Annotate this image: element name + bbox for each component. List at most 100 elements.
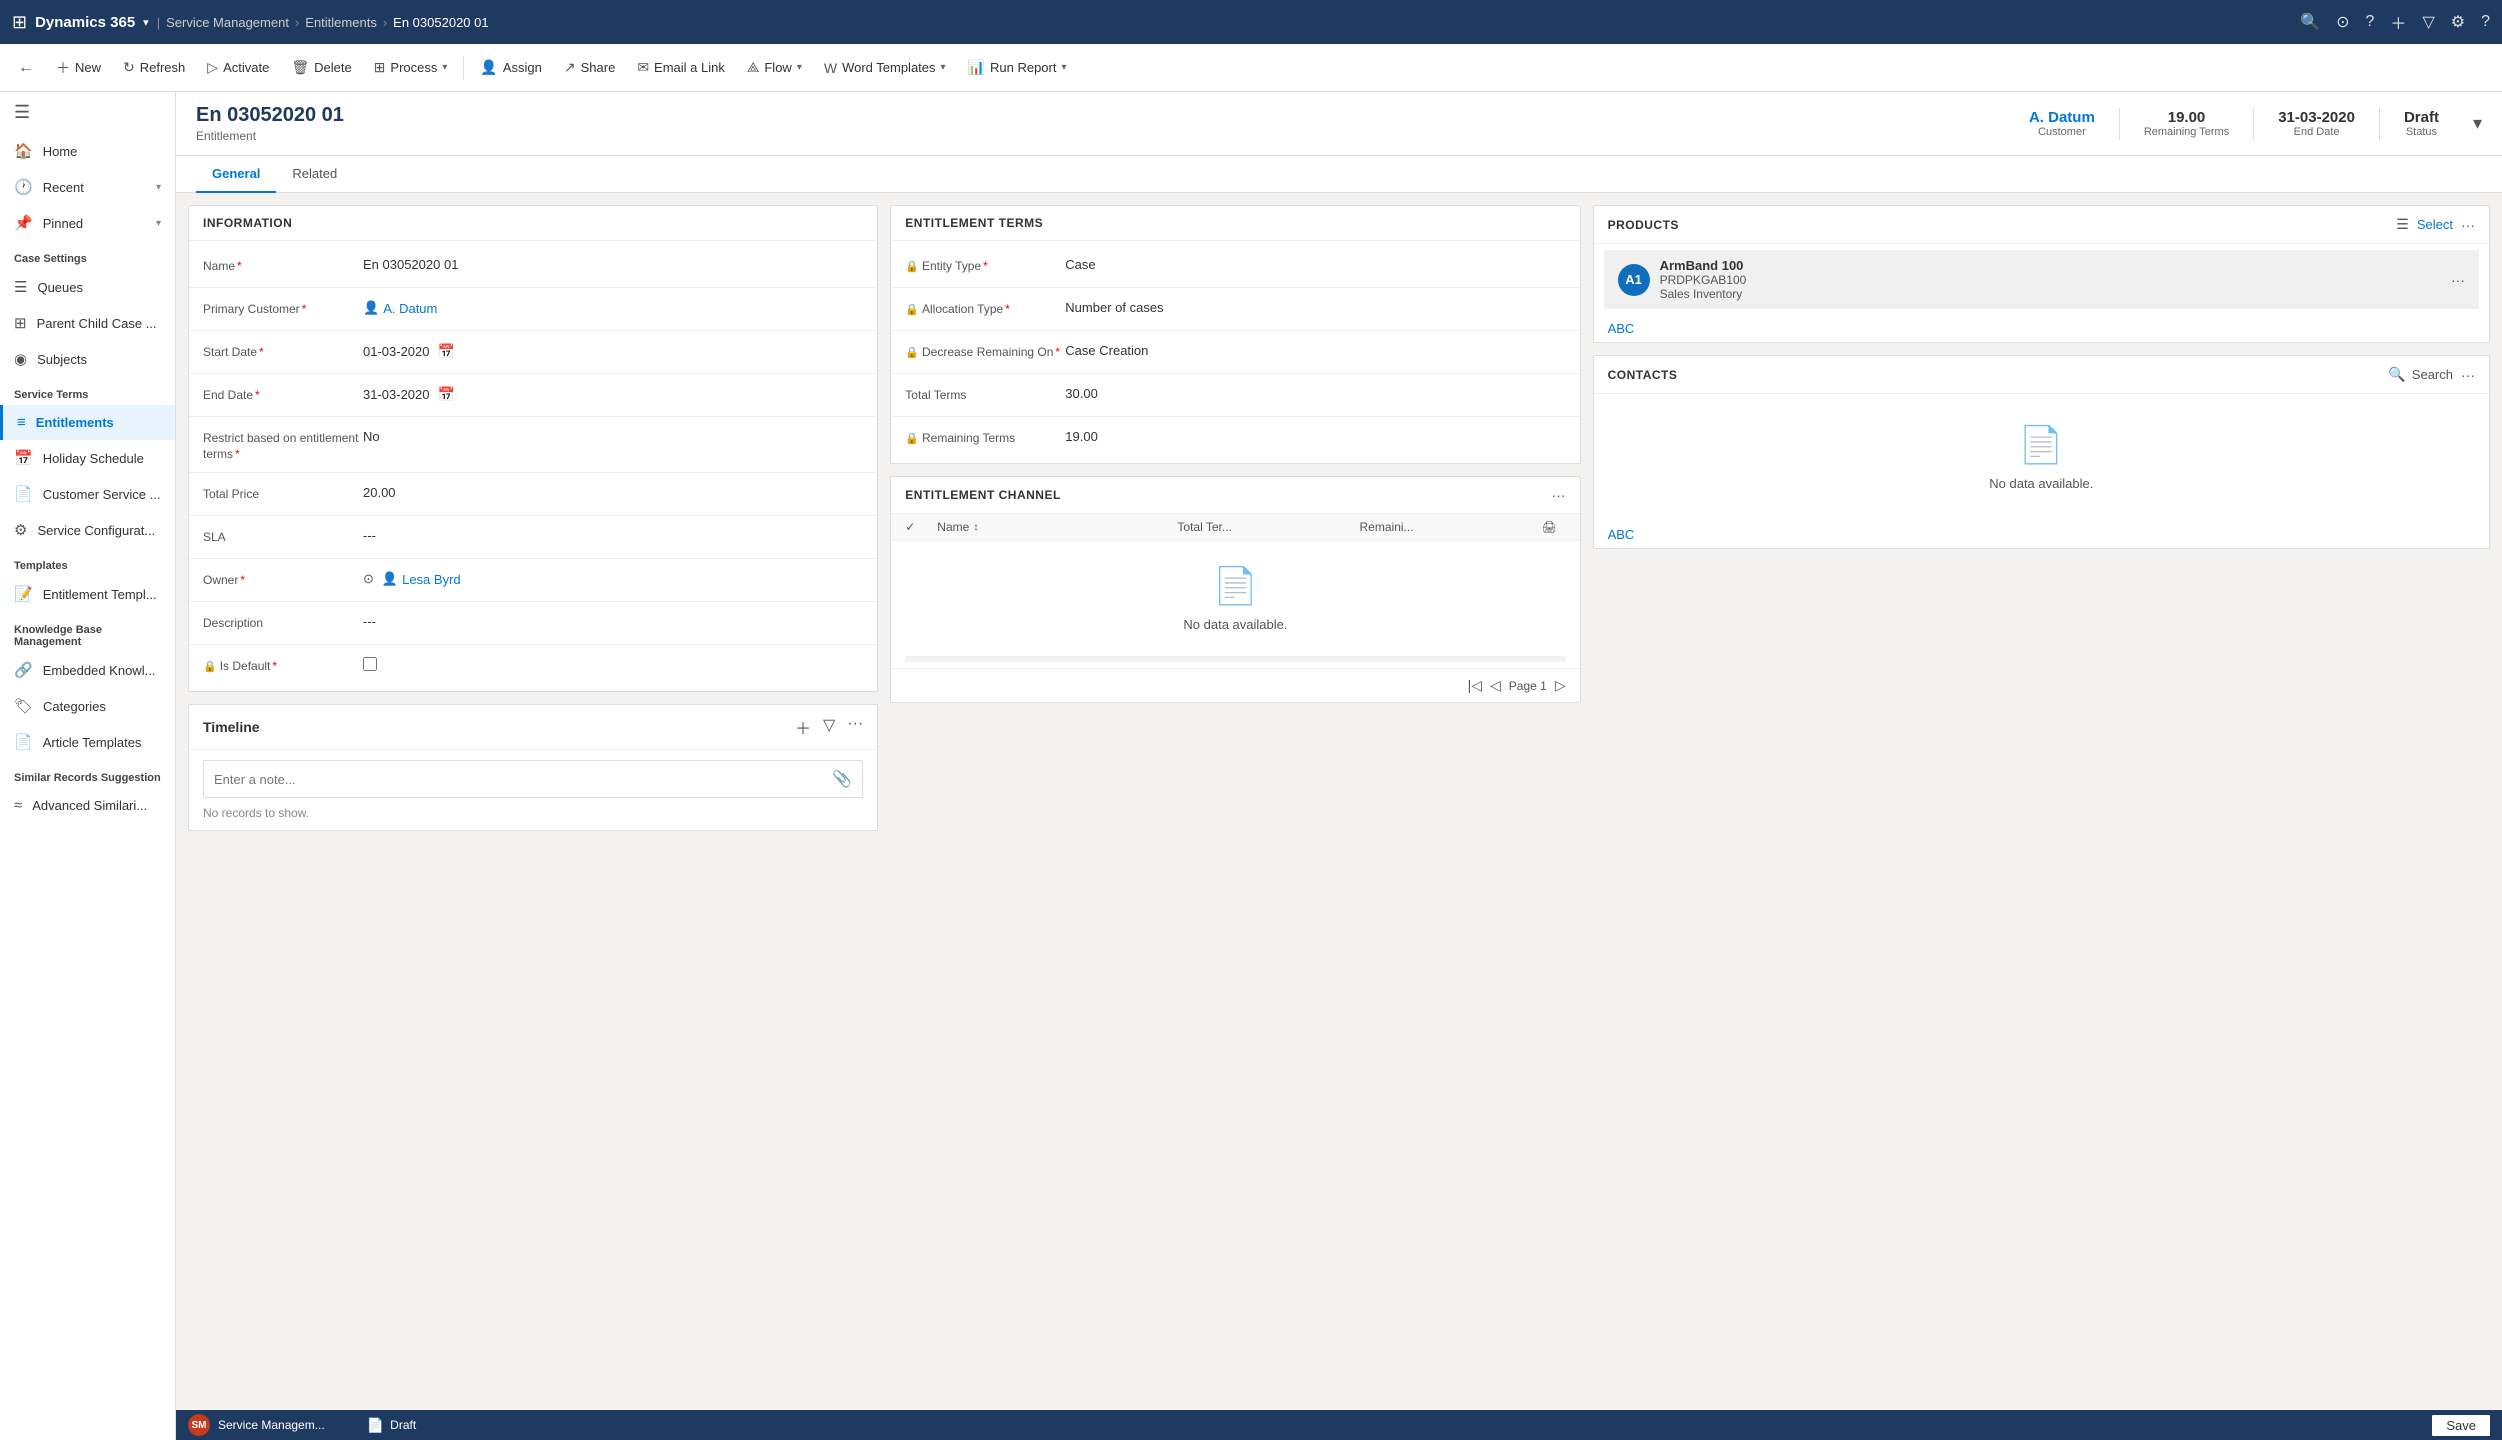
value-total-terms[interactable]: 30.00 — [1065, 384, 1565, 401]
nav-left: ⊞ Dynamics 365 ▾ | Service Management › … — [12, 12, 489, 33]
service-config-icon: ⚙ — [14, 521, 27, 539]
sidebar-item-parent-child[interactable]: ⊞ Parent Child Case ... — [0, 305, 175, 341]
sidebar-item-entitlement-templ[interactable]: 📝 Entitlement Templ... — [0, 576, 175, 612]
channel-more-btn[interactable]: ··· — [1552, 487, 1566, 503]
meta-customer[interactable]: A. Datum Customer — [2029, 109, 2095, 138]
products-card: PRODUCTS ☰ Select ··· A1 ArmBand 100 — [1593, 205, 2490, 343]
question-icon[interactable]: ? — [2366, 13, 2375, 31]
assign-button[interactable]: 👤 Assign — [470, 53, 551, 82]
value-entity-type[interactable]: Case — [1065, 255, 1565, 272]
sidebar-item-entitlements[interactable]: ≡ Entitlements — [0, 405, 175, 440]
value-decrease-remaining[interactable]: Case Creation — [1065, 341, 1565, 358]
sidebar-item-pinned[interactable]: 📌 Pinned ▾ — [0, 205, 175, 241]
meta-status[interactable]: Draft Status — [2404, 109, 2439, 138]
attach-icon[interactable]: 📎 — [832, 769, 852, 789]
value-total-price[interactable]: 20.00 — [363, 483, 863, 500]
sidebar-item-embedded-knowl[interactable]: 🔗 Embedded Knowl... — [0, 652, 175, 688]
sidebar-label-categories: Categories — [43, 699, 106, 714]
share-button[interactable]: ↗ Share — [554, 53, 625, 82]
search-nav-icon[interactable]: 🔍 — [2300, 12, 2320, 32]
process-arrow: ▾ — [442, 62, 447, 73]
save-button[interactable]: Save — [2432, 1415, 2490, 1436]
label-allocation-type: 🔒Allocation Type* — [905, 298, 1065, 316]
breadcrumb-entitlements[interactable]: Entitlements — [305, 15, 377, 30]
timeline-add-icon[interactable]: ＋ — [795, 715, 811, 739]
pinned-icon: 📌 — [14, 214, 33, 232]
timeline-filter-icon[interactable]: ▽ — [823, 715, 835, 739]
expand-button[interactable]: ▾ — [2473, 113, 2482, 134]
contacts-search-icon[interactable]: 🔍 — [2388, 366, 2405, 383]
sidebar-item-holiday-schedule[interactable]: 📅 Holiday Schedule — [0, 440, 175, 476]
tab-related[interactable]: Related — [276, 156, 353, 193]
app-name[interactable]: Dynamics 365 — [35, 14, 135, 31]
page-next-btn[interactable]: ▷ — [1555, 677, 1566, 694]
product-sku: PRDPKGAB100 — [1660, 273, 2451, 287]
end-cal-icon[interactable]: 📅 — [438, 386, 455, 403]
meta-end-date[interactable]: 31-03-2020 End Date — [2278, 109, 2355, 138]
sidebar-toggle[interactable]: ☰ — [0, 92, 175, 133]
meta-remaining-terms[interactable]: 19.00 Remaining Terms — [2144, 109, 2229, 138]
back-btn[interactable]: ← — [8, 53, 44, 83]
value-restrict[interactable]: No — [363, 427, 863, 444]
process-button[interactable]: ⊞ Process ▾ — [364, 53, 458, 82]
settings-icon[interactable]: ⚙ — [2451, 12, 2465, 32]
product-type: Sales Inventory — [1660, 287, 2451, 301]
value-allocation-type[interactable]: Number of cases — [1065, 298, 1565, 315]
value-remaining-terms[interactable]: 19.00 — [1065, 427, 1565, 444]
timeline-empty-message: No records to show. — [203, 806, 863, 820]
activate-button[interactable]: ▷ Activate — [197, 53, 279, 82]
value-owner[interactable]: ⊙ 👤 Lesa Byrd — [363, 569, 863, 587]
value-end-date[interactable]: 31-03-2020 📅 — [363, 384, 863, 403]
value-description[interactable]: --- — [363, 612, 863, 629]
value-primary-customer[interactable]: 👤 A. Datum — [363, 298, 863, 316]
product-item-1[interactable]: A1 ArmBand 100 PRDPKGAB100 Sales Invento… — [1604, 250, 2479, 309]
status-avatar: SM — [188, 1414, 210, 1436]
word-templates-button[interactable]: W Word Templates ▾ — [814, 54, 956, 82]
products-select-link[interactable]: Select — [2417, 217, 2453, 232]
products-abc-link[interactable]: ABC — [1594, 315, 2489, 342]
timeline-more-icon[interactable]: ··· — [847, 715, 863, 739]
product-item-more-btn[interactable]: ··· — [2451, 272, 2465, 288]
tab-general[interactable]: General — [196, 156, 276, 193]
page-prev-btn[interactable]: ◁ — [1490, 677, 1501, 694]
email-link-button[interactable]: ✉ Email a Link — [627, 53, 735, 82]
timeline-note-input[interactable] — [214, 772, 832, 787]
filter-icon[interactable]: ▽ — [2422, 12, 2434, 32]
products-more-btn[interactable]: ··· — [2461, 217, 2475, 233]
plus-icon[interactable]: ＋ — [2390, 10, 2406, 34]
value-start-date[interactable]: 01-03-2020 📅 — [363, 341, 863, 360]
contacts-search-label[interactable]: Search — [2412, 367, 2453, 382]
sidebar-item-customer-service[interactable]: 📄 Customer Service ... — [0, 476, 175, 512]
page-first-btn[interactable]: |◁ — [1468, 677, 1482, 694]
sidebar-item-subjects[interactable]: ◉ Subjects — [0, 341, 175, 377]
help-icon[interactable]: ? — [2481, 13, 2490, 31]
delete-button[interactable]: 🗑 Delete — [281, 53, 361, 82]
value-sla[interactable]: --- — [363, 526, 863, 543]
products-actions: ☰ Select ··· — [2396, 216, 2475, 233]
channel-name-col[interactable]: Name ↕ — [937, 520, 1169, 534]
contacts-more-btn[interactable]: ··· — [2461, 367, 2475, 383]
sidebar-item-recent[interactable]: 🕐 Recent ▾ — [0, 169, 175, 205]
sidebar-item-queues[interactable]: ☰ Queues — [0, 269, 175, 305]
value-name[interactable]: En 03052020 01 — [363, 255, 863, 272]
is-default-checkbox[interactable] — [363, 657, 377, 671]
status-page-icon: 📄 — [367, 1417, 384, 1434]
label-decrease-remaining: 🔒Decrease Remaining On* — [905, 341, 1065, 359]
breadcrumb-service-management[interactable]: Service Management — [166, 15, 289, 30]
circle-check-icon[interactable]: ⊙ — [2336, 12, 2349, 32]
sidebar-item-home[interactable]: 🏠 Home — [0, 133, 175, 169]
sidebar-item-service-config[interactable]: ⚙ Service Configurat... — [0, 512, 175, 548]
sidebar-item-advanced-similar[interactable]: ≈ Advanced Similari... — [0, 788, 175, 823]
app-grid-icon[interactable]: ⊞ — [12, 12, 27, 33]
run-report-button[interactable]: 📊 Run Report ▾ — [958, 53, 1077, 82]
value-is-default[interactable] — [363, 655, 863, 674]
sidebar-item-article-templates[interactable]: 📄 Article Templates — [0, 724, 175, 760]
contacts-abc-link[interactable]: ABC — [1594, 521, 2489, 548]
flow-button[interactable]: ⟁ Flow ▾ — [737, 53, 812, 82]
flow-arrow: ▾ — [797, 62, 802, 73]
new-button[interactable]: ＋ New — [46, 52, 111, 84]
start-cal-icon[interactable]: 📅 — [438, 343, 455, 360]
app-name-arrow[interactable]: ▾ — [143, 16, 149, 29]
sidebar-item-categories[interactable]: 🏷 Categories — [0, 688, 175, 724]
refresh-button[interactable]: ↻ Refresh — [113, 53, 195, 82]
